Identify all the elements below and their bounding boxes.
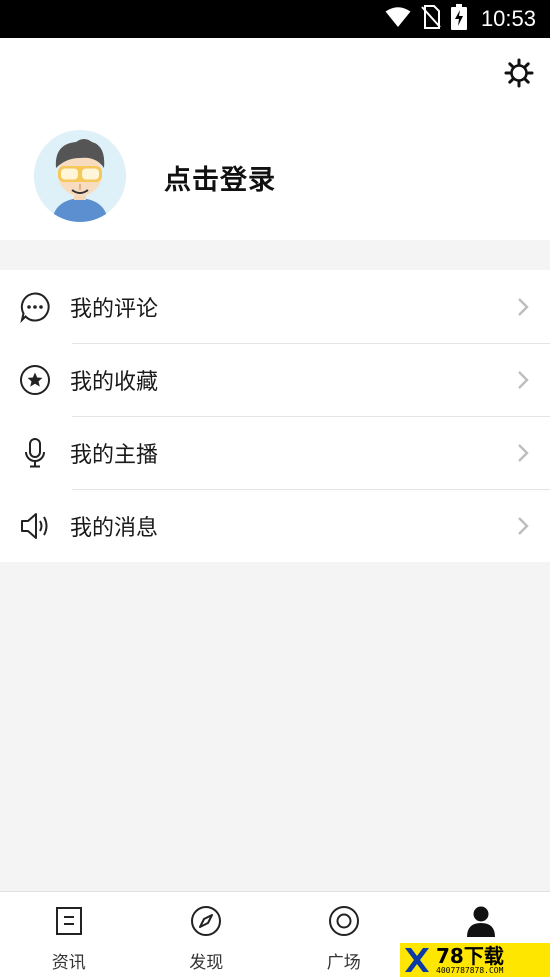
chevron-right-icon [516, 442, 530, 464]
menu-item-messages[interactable]: 我的消息 [0, 489, 550, 562]
settings-button[interactable] [502, 58, 536, 92]
tab-label: 发现 [189, 953, 224, 973]
tab-news[interactable]: 资讯 [0, 892, 138, 977]
login-button[interactable]: 点击登录 [164, 158, 276, 197]
comment-icon [18, 290, 52, 324]
menu-item-label: 我的消息 [70, 515, 159, 541]
speaker-icon [18, 509, 52, 543]
compass-icon [189, 904, 223, 938]
target-icon [327, 904, 361, 938]
chevron-right-icon [516, 296, 530, 318]
tab-plaza[interactable]: 广场 [275, 892, 413, 977]
menu-item-label: 我的收藏 [70, 369, 159, 395]
battery-charging-icon [450, 4, 467, 34]
no-sim-icon [421, 5, 441, 33]
tab-discover[interactable]: 发现 [138, 892, 276, 977]
x-logo-icon [400, 943, 434, 977]
gear-icon [504, 58, 534, 92]
menu-item-label: 我的评论 [70, 296, 159, 322]
tab-label: 资讯 [51, 953, 86, 973]
watermark-title: 78下载 [436, 943, 504, 968]
avatar[interactable] [34, 130, 126, 222]
person-icon [464, 904, 498, 938]
watermark-subtitle: 4007787878.COM [436, 965, 504, 975]
status-icons: 10:53 [385, 0, 536, 38]
status-bar: 10:53 [0, 0, 550, 38]
status-time: 10:53 [480, 6, 536, 31]
profile-header: 点击登录 [0, 38, 550, 240]
star-icon [18, 363, 52, 397]
menu-item-label: 我的主播 [70, 442, 159, 468]
wifi-icon [385, 6, 411, 32]
microphone-icon [18, 436, 52, 470]
menu-list: 我的评论 我的收藏 我的主播 我的消息 [0, 270, 550, 562]
news-icon [52, 904, 86, 938]
chevron-right-icon [516, 515, 530, 537]
menu-item-favorites[interactable]: 我的收藏 [0, 343, 550, 416]
tab-label: 广场 [326, 953, 361, 973]
chevron-right-icon [516, 369, 530, 391]
menu-item-comments[interactable]: 我的评论 [0, 270, 550, 343]
watermark-logo: 78下载 4007787878.COM [400, 943, 550, 977]
menu-item-anchors[interactable]: 我的主播 [0, 416, 550, 489]
